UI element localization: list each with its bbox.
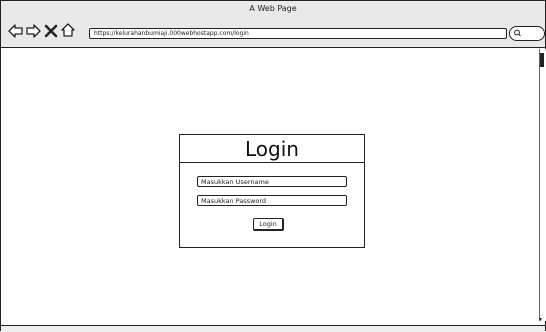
browser-toolbar: A Web Page https://kelurahanbumiaji.000w…	[1, 1, 545, 48]
title-divider	[180, 162, 364, 163]
vertical-scrollbar[interactable]	[539, 49, 546, 321]
login-button[interactable]: Login	[253, 218, 284, 231]
scrollbar-thumb[interactable]	[540, 53, 544, 67]
login-card: Login Masukkan Username Masukkan Passwor…	[179, 134, 365, 248]
search-icon	[514, 29, 521, 37]
search-box[interactable]	[509, 26, 545, 41]
forward-arrow-icon[interactable]	[25, 23, 41, 39]
browser-window: A Web Page https://kelurahanbumiaji.000w…	[0, 0, 546, 332]
login-title: Login	[245, 137, 299, 161]
password-input[interactable]: Masukkan Password	[197, 195, 347, 206]
scroll-down-icon[interactable]: ▾	[539, 317, 545, 323]
username-input[interactable]: Masukkan Username	[197, 176, 347, 187]
back-arrow-icon[interactable]	[8, 23, 24, 39]
close-x-icon[interactable]	[43, 23, 59, 39]
window-title: A Web Page	[249, 4, 297, 13]
home-icon[interactable]	[60, 22, 76, 38]
address-bar[interactable]: https://kelurahanbumiaji.000webhostapp.c…	[89, 28, 507, 39]
